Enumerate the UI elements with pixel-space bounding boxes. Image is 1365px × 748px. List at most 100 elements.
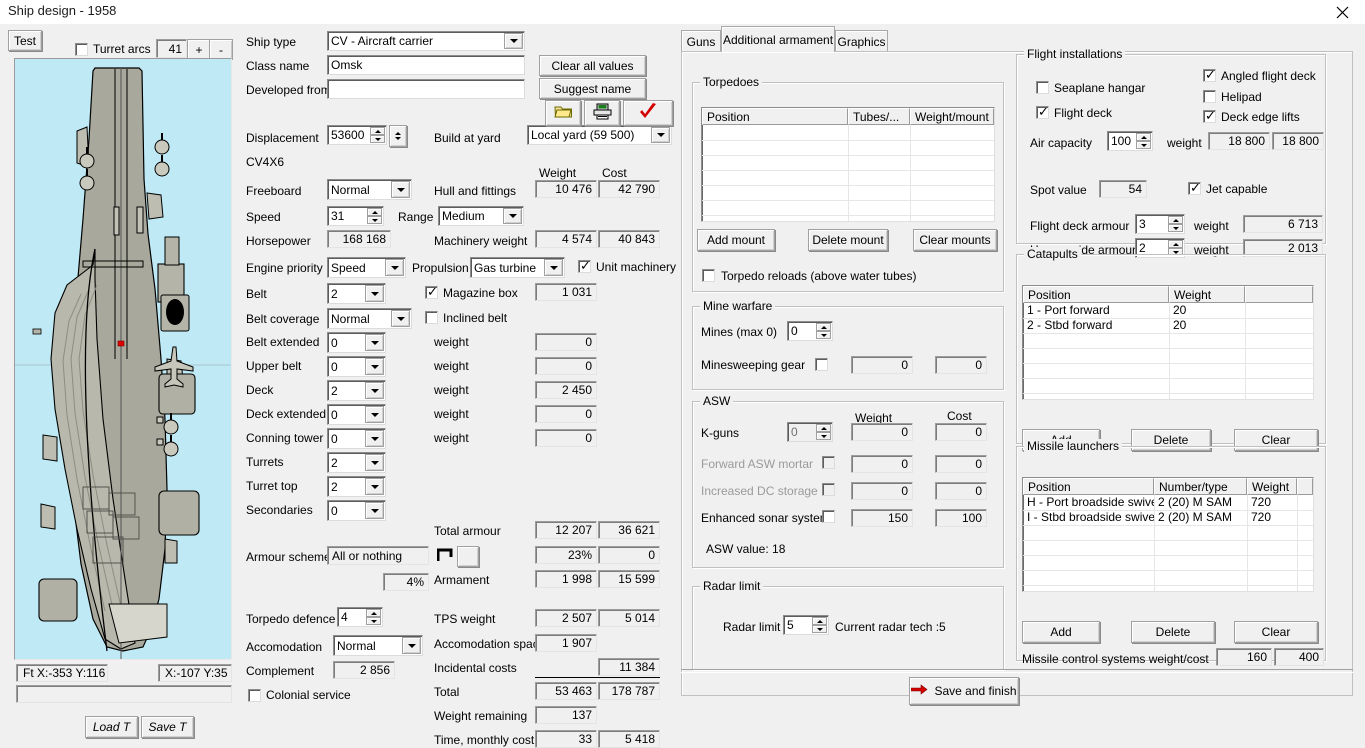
table-row[interactable]: I - Stbd broadside swivel... 2 (20) M SA… (1023, 510, 1313, 525)
column-spare[interactable] (1297, 478, 1313, 495)
seaplane-hangar-checkbox[interactable] (1036, 81, 1049, 94)
missile-launchers-list[interactable]: Position Number/type Weight H - Port bro… (1022, 477, 1314, 592)
column-weight-per-mount[interactable]: Weight/mount (910, 108, 994, 125)
chevron-down-icon[interactable] (402, 637, 421, 654)
turret-arcs-checkbox[interactable] (75, 43, 88, 56)
clear-all-values-button[interactable]: Clear all values (539, 55, 646, 76)
chevron-down-icon[interactable] (544, 259, 563, 276)
save-and-finish-button[interactable]: Save and finish (909, 677, 1019, 705)
belt-extended-select[interactable]: 0 (327, 332, 386, 353)
print-design-button[interactable] (584, 100, 620, 126)
accomodation-select[interactable]: Normal (333, 635, 423, 656)
torpedo-defence-spinner[interactable]: 4 (337, 607, 383, 627)
catapults-list[interactable]: Position Weight 1 - Port forward 20 2 - … (1022, 285, 1314, 400)
turret-arcs-plus-button[interactable]: + (187, 39, 211, 60)
chevron-down-icon[interactable] (365, 334, 384, 351)
suggest-name-button[interactable]: Suggest name (539, 78, 646, 99)
column-position[interactable]: Position (1023, 478, 1154, 495)
unit-machinery-checkbox[interactable]: ✓ (578, 260, 591, 273)
close-icon[interactable] (1319, 0, 1365, 24)
enhanced-sonar-checkbox[interactable] (822, 510, 835, 523)
displacement-stepper[interactable] (389, 125, 407, 147)
turret-top-select[interactable]: 2 (327, 476, 386, 497)
mines-spinner[interactable]: 0 (787, 321, 833, 341)
forward-asw-mortar-checkbox[interactable] (822, 456, 835, 469)
chevron-down-icon[interactable] (365, 358, 384, 375)
load-template-button[interactable]: Load T (85, 716, 138, 738)
belt-select[interactable]: 2 (327, 283, 386, 304)
helipad-checkbox[interactable] (1203, 90, 1216, 103)
chevron-down-icon[interactable] (504, 33, 523, 49)
chevron-down-icon[interactable] (365, 454, 384, 471)
tab-guns[interactable]: Guns (681, 30, 721, 52)
ship-plan-view[interactable] (14, 58, 232, 660)
tab-additional-armament[interactable]: Additional armament (721, 26, 835, 52)
freeboard-select[interactable]: Normal (327, 179, 412, 200)
missiles-add-button[interactable]: Add (1022, 621, 1100, 643)
chevron-down-icon[interactable] (365, 406, 384, 423)
inclined-belt-checkbox[interactable] (425, 311, 438, 324)
turrets-select[interactable]: 2 (327, 452, 386, 473)
column-position[interactable]: Position (702, 108, 848, 125)
missiles-clear-button[interactable]: Clear (1234, 621, 1318, 643)
column-weight[interactable]: Weight (1169, 286, 1245, 303)
belt-coverage-select[interactable]: Normal (327, 308, 412, 329)
torpedoes-list[interactable]: Position Tubes/... Weight/mount (701, 107, 995, 222)
chevron-down-icon[interactable] (365, 382, 384, 399)
column-spare[interactable] (1245, 286, 1313, 303)
secondaries-select[interactable]: 0 (327, 500, 386, 521)
missiles-delete-button[interactable]: Delete (1131, 621, 1215, 643)
flight-deck-checkbox[interactable]: ✓ (1036, 106, 1049, 119)
flight-deck-armour-spinner[interactable]: 3 (1135, 214, 1185, 234)
jet-capable-checkbox[interactable]: ✓ (1188, 182, 1201, 195)
column-position[interactable]: Position (1023, 286, 1169, 303)
radar-limit-spinner[interactable]: 5 (783, 615, 829, 635)
clear-mounts-button[interactable]: Clear mounts (913, 229, 997, 251)
add-mount-button[interactable]: Add mount (697, 229, 775, 251)
column-number-type[interactable]: Number/type (1154, 478, 1247, 495)
angled-flight-deck-checkbox[interactable]: ✓ (1203, 69, 1216, 82)
chevron-down-icon[interactable] (391, 181, 410, 198)
confirm-design-button[interactable] (623, 100, 673, 126)
tab-graphics[interactable]: Graphics (835, 30, 888, 52)
chevron-down-icon[interactable] (503, 208, 522, 224)
save-template-button[interactable]: Save T (141, 716, 194, 738)
table-row[interactable]: 1 - Port forward 20 (1023, 303, 1313, 318)
displacement-spinner[interactable]: 53600 (327, 125, 387, 145)
column-tubes[interactable]: Tubes/... (848, 108, 910, 125)
table-row[interactable]: H - Port broadside swive... 2 (20) M SAM… (1023, 495, 1313, 510)
magazine-box-checkbox[interactable]: ✓ (425, 286, 438, 299)
developed-from-input[interactable] (327, 79, 525, 99)
open-design-button[interactable] (545, 100, 581, 126)
chevron-down-icon[interactable] (365, 478, 384, 495)
chevron-down-icon[interactable] (391, 310, 410, 327)
chevron-down-icon[interactable] (385, 259, 404, 276)
turret-arcs-minus-button[interactable]: - (209, 39, 233, 60)
class-name-input[interactable]: Omsk (327, 55, 525, 75)
minesweeping-gear-checkbox[interactable] (815, 358, 828, 371)
torpedo-reloads-checkbox[interactable] (702, 269, 715, 282)
chevron-down-icon[interactable] (365, 502, 384, 519)
deck-select[interactable]: 2 (327, 380, 386, 401)
table-row[interactable]: 2 - Stbd forward 20 (1023, 318, 1313, 333)
test-button[interactable]: Test (8, 30, 42, 51)
column-weight[interactable]: Weight (1247, 478, 1297, 495)
upper-belt-select[interactable]: 0 (327, 356, 386, 377)
ship-type-select[interactable]: CV - Aircraft carrier (327, 31, 525, 51)
increased-dc-storage-checkbox[interactable] (822, 483, 835, 496)
deck-extended-select[interactable]: 0 (327, 404, 386, 425)
delete-mount-button[interactable]: Delete mount (808, 229, 888, 251)
conning-tower-select[interactable]: 0 (327, 428, 386, 449)
air-capacity-spinner[interactable]: 100 (1107, 131, 1153, 151)
armour-scheme-button[interactable] (457, 546, 479, 567)
kguns-spinner[interactable]: 0 (787, 422, 833, 442)
range-select[interactable]: Medium (438, 206, 524, 226)
chevron-down-icon[interactable] (651, 127, 670, 143)
deck-edge-lifts-checkbox[interactable]: ✓ (1203, 110, 1216, 123)
chevron-down-icon[interactable] (365, 430, 384, 447)
chevron-down-icon[interactable] (365, 285, 384, 302)
build-at-yard-select[interactable]: Local yard (59 500) (527, 125, 672, 145)
speed-spinner[interactable]: 31 (327, 206, 384, 226)
propulsion-select[interactable]: Gas turbine (470, 257, 565, 278)
colonial-service-checkbox[interactable] (248, 689, 261, 702)
